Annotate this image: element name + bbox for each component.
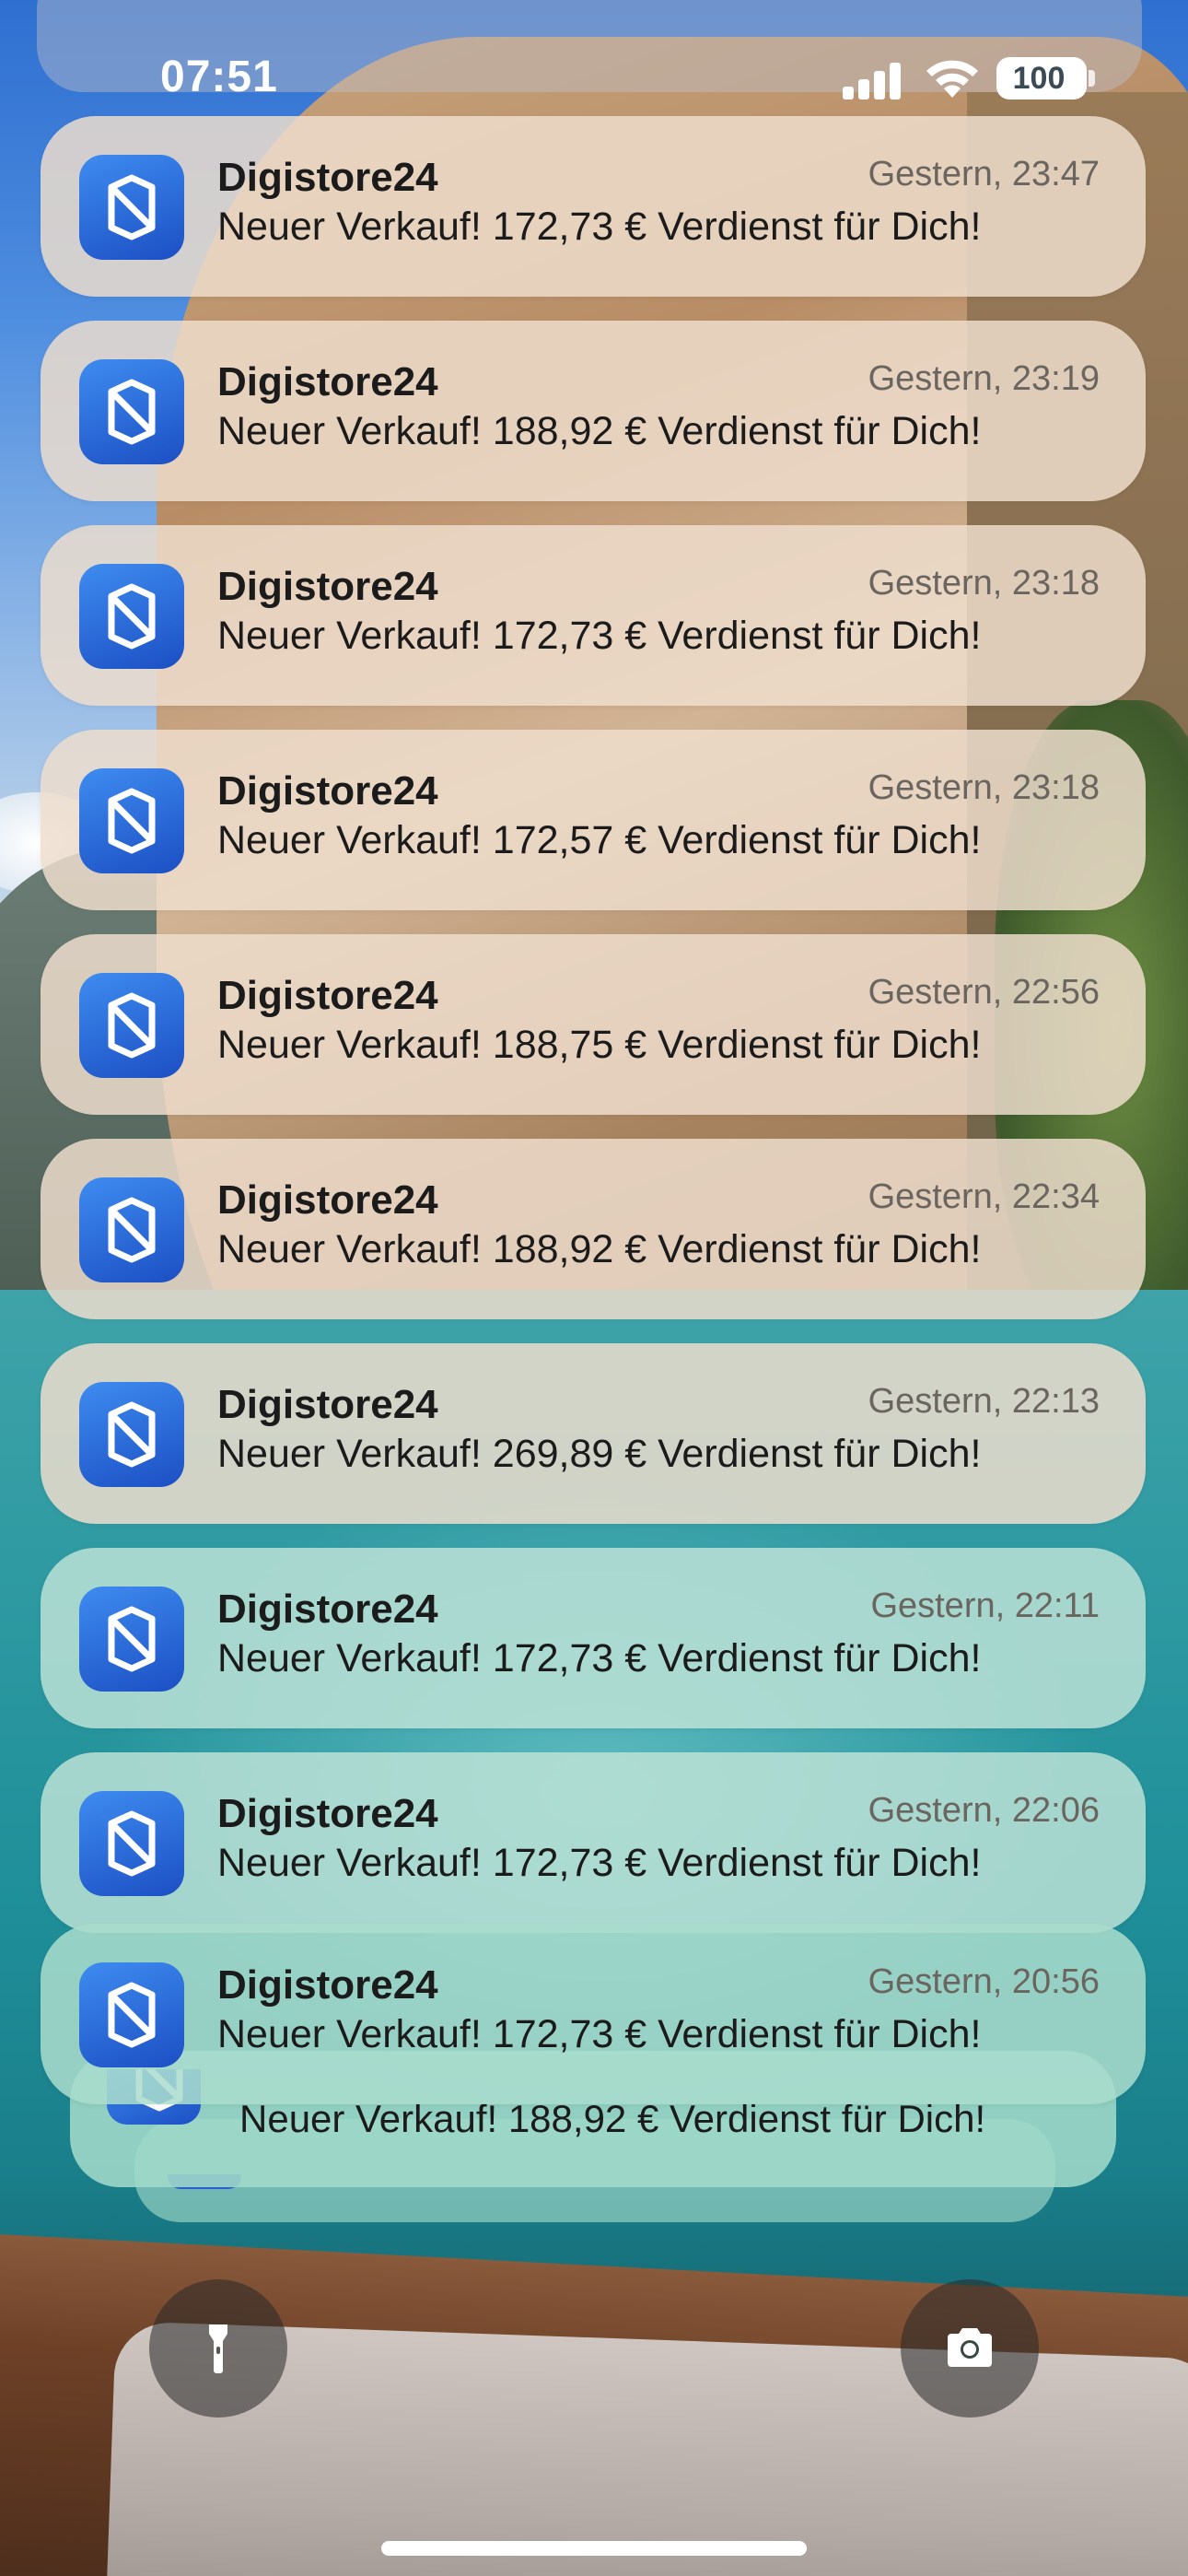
notification[interactable]: Digistore24 Gestern, 22:56 Neuer Verkauf… (41, 934, 1146, 1115)
notification[interactable]: Digistore24 Gestern, 22:34 Neuer Verkauf… (41, 1139, 1146, 1319)
notification[interactable]: Digistore24 Gestern, 22:06 Neuer Verkauf… (41, 1752, 1146, 1933)
digistore24-app-icon (79, 1791, 184, 1896)
notification-body: Neuer Verkauf! 188,75 € Verdienst für Di… (217, 1023, 982, 1067)
notification-body: Neuer Verkauf! 172,73 € Verdienst für Di… (217, 1636, 982, 1680)
notification[interactable]: Digistore24 Gestern, 22:11 Neuer Verkauf… (41, 1548, 1146, 1728)
notification-time: Gestern, 22:11 (870, 1587, 1100, 1625)
notification-app-name: Digistore24 (217, 1587, 438, 1632)
notification-body: Neuer Verkauf! 172,73 € Verdienst für Di… (217, 614, 982, 658)
notification-time: Gestern, 20:56 (868, 1962, 1100, 2001)
digistore24-app-icon (79, 359, 184, 464)
notification[interactable]: Digistore24 Gestern, 20:56 Neuer Verkauf… (41, 1924, 1146, 2104)
notification-time: Gestern, 23:18 (868, 768, 1100, 807)
notification[interactable]: Digistore24 Gestern, 23:47 Neuer Verkauf… (41, 116, 1146, 297)
notification-body: Neuer Verkauf! 188,92 € Verdienst für Di… (217, 1227, 982, 1271)
notification-time: Gestern, 22:56 (868, 973, 1100, 1012)
digistore24-app-icon (79, 564, 184, 669)
notification-app-name: Digistore24 (217, 1382, 438, 1427)
digistore24-app-icon (79, 1382, 184, 1487)
notification[interactable]: Digistore24 Gestern, 23:19 Neuer Verkauf… (41, 321, 1146, 501)
notification-time: Gestern, 22:13 (868, 1382, 1100, 1421)
notification-time: Gestern, 22:06 (868, 1791, 1100, 1830)
digistore24-app-icon (79, 1962, 184, 2067)
digistore24-app-icon (79, 155, 184, 260)
notification[interactable]: Digistore24 Gestern, 23:18 Neuer Verkauf… (41, 730, 1146, 910)
notification-body: Neuer Verkauf! 188,92 € Verdienst für Di… (217, 409, 982, 453)
digistore24-app-icon (79, 1587, 184, 1692)
digistore24-app-icon (79, 768, 184, 873)
notification-body: Neuer Verkauf! 172,73 € Verdienst für Di… (217, 1841, 982, 1885)
notification-time: Gestern, 23:47 (868, 155, 1100, 193)
notification-time: Gestern, 23:18 (868, 564, 1100, 603)
notification-app-name: Digistore24 (217, 359, 438, 404)
notification-app-name: Digistore24 (217, 155, 438, 200)
notification-app-name: Digistore24 (217, 973, 438, 1018)
notification-app-name: Digistore24 (217, 1962, 438, 2008)
digistore24-app-icon (79, 973, 184, 1078)
notification-app-name: Digistore24 (217, 768, 438, 814)
camera-button[interactable] (901, 2279, 1039, 2418)
notification[interactable]: Digistore24 Gestern, 23:18 Neuer Verkauf… (41, 525, 1146, 706)
notification-body: Neuer Verkauf! 172,57 € Verdienst für Di… (217, 818, 982, 862)
notification-time: Gestern, 22:34 (868, 1177, 1100, 1216)
home-indicator[interactable] (381, 2541, 807, 2556)
notification-body: Neuer Verkauf! 269,89 € Verdienst für Di… (217, 1432, 982, 1476)
notification-app-name: Digistore24 (217, 1791, 438, 1836)
flashlight-icon (209, 2324, 227, 2373)
notification[interactable]: Digistore24 Gestern, 22:13 Neuer Verkauf… (41, 1343, 1146, 1524)
notification-app-name: Digistore24 (217, 564, 438, 609)
flashlight-button[interactable] (149, 2279, 287, 2418)
notification-list: Digistore24 Gestern, 23:47 Neuer Verkauf… (0, 0, 1188, 2576)
camera-icon (948, 2328, 992, 2367)
notification-time: Gestern, 23:19 (868, 359, 1100, 398)
notification-app-name: Digistore24 (217, 1177, 438, 1223)
notification-body: Neuer Verkauf! 172,73 € Verdienst für Di… (217, 2012, 982, 2056)
digistore24-app-icon (79, 1177, 184, 1282)
notification-body: Neuer Verkauf! 172,73 € Verdienst für Di… (217, 205, 982, 249)
